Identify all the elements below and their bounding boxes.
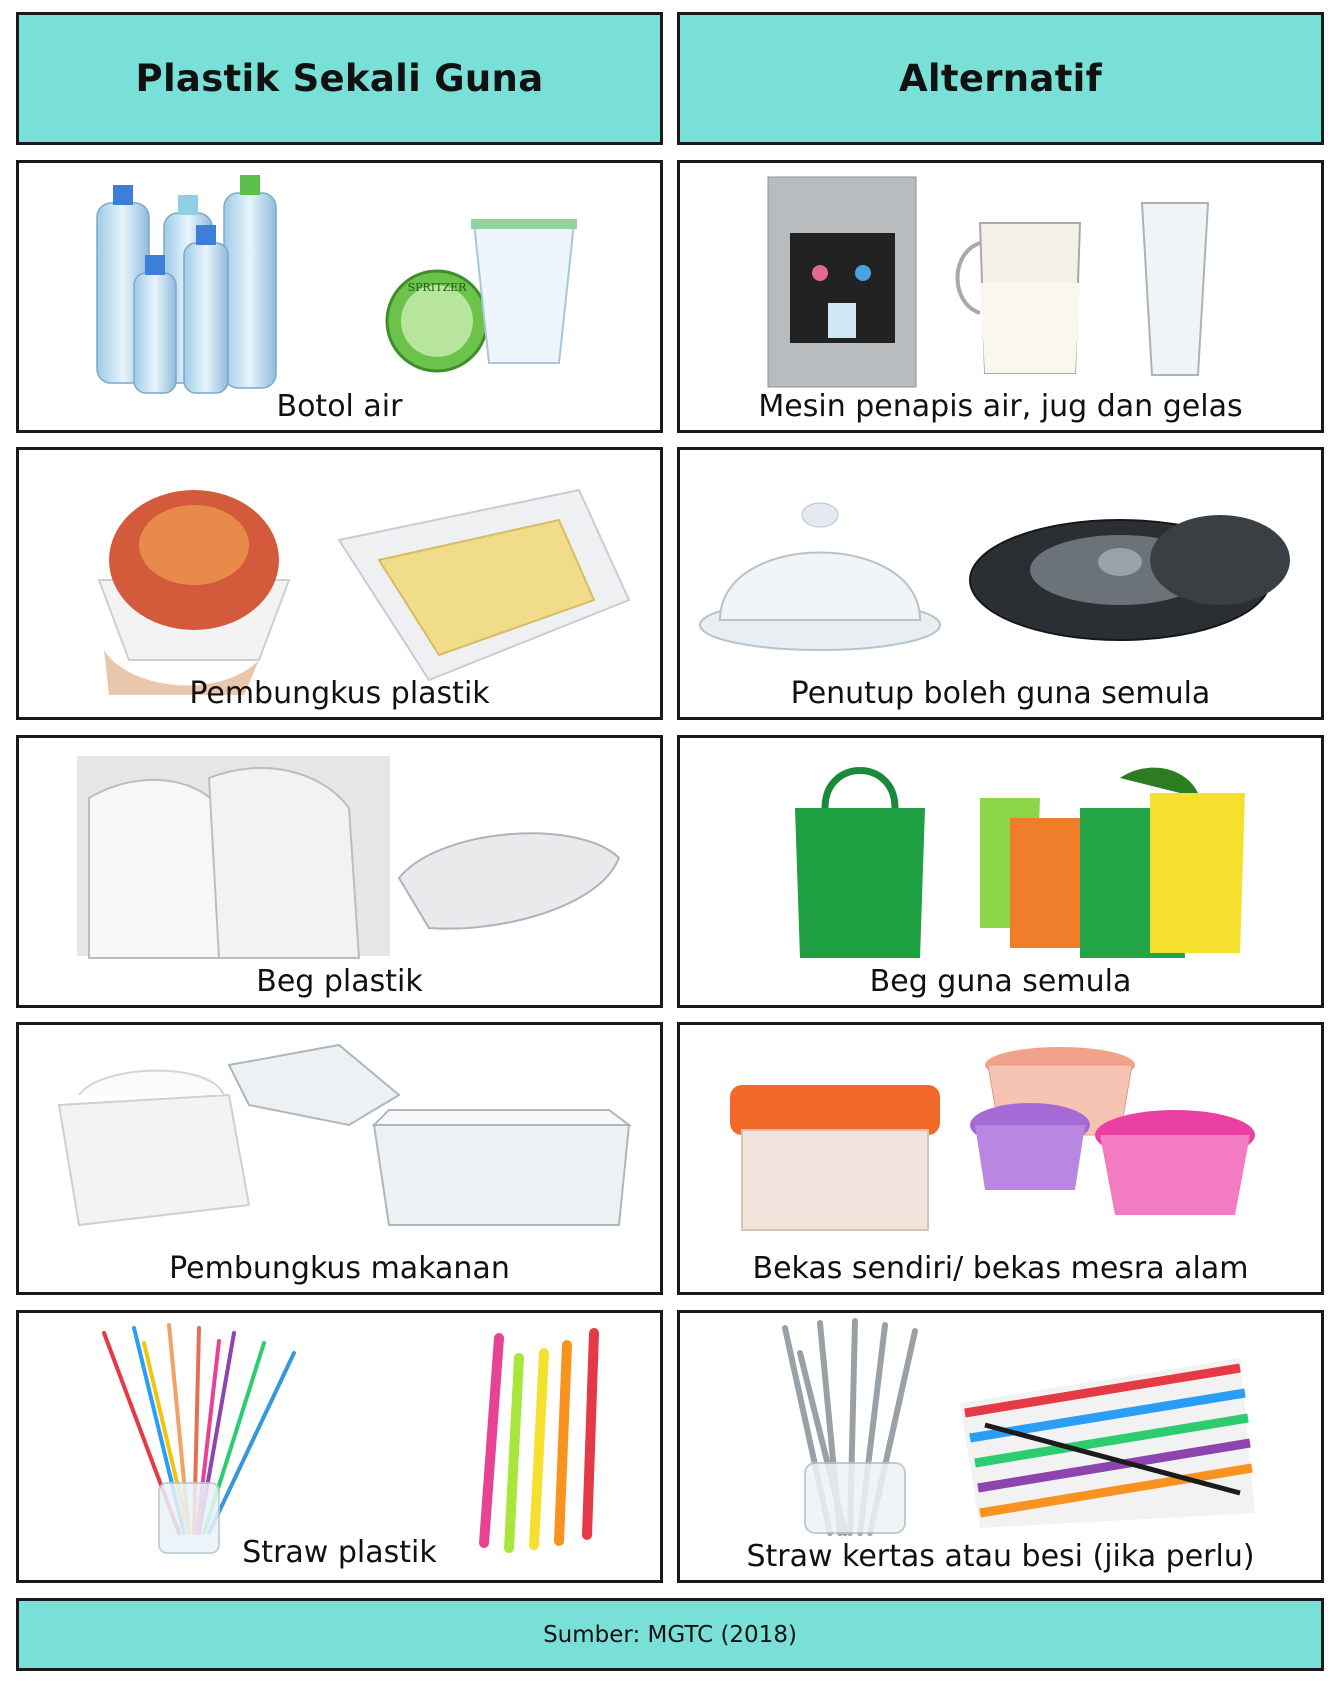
caption-reusable-cover: Penutup boleh guna semula [790,676,1211,711]
caption-plastic-straw: Straw plastik [242,1535,437,1570]
caption-reusable-bag: Beg guna semula [869,964,1132,999]
card-water-bottle: SPRITZER Botol air [16,160,663,433]
header-single-use: Plastik Sekali Guna [16,12,663,145]
caption-plastic-bag: Beg plastik [256,964,423,999]
header-single-use-label: Plastik Sekali Guna [135,57,544,100]
card-plastic-straw: Straw plastik [16,1310,663,1583]
caption-plastic-wrap: Pembungkus plastik [189,676,490,711]
caption-own-container: Bekas sendiri/ bekas mesra alam [752,1251,1249,1286]
caption-water-dispenser: Mesin penapis air, jug dan gelas [758,389,1243,424]
card-food-packaging: Pembungkus makanan [16,1022,663,1295]
card-reusable-cover: Penutup boleh guna semula [677,447,1324,720]
source-bar: Sumber: MGTC (2018) [16,1598,1324,1671]
card-plastic-bag: Beg plastik [16,735,663,1008]
card-plastic-wrap: Pembungkus plastik [16,447,663,720]
card-reusable-bag: Beg guna semula [677,735,1324,1008]
caption-paper-metal-straw: Straw kertas atau besi (jika perlu) [746,1539,1255,1574]
header-alternative-label: Alternatif [898,57,1103,100]
caption-food-packaging: Pembungkus makanan [169,1251,510,1286]
caption-water-bottle: Botol air [276,389,403,424]
brand-label: SPRITZER [408,281,468,294]
card-water-dispenser: Mesin penapis air, jug dan gelas [677,160,1324,433]
source-label: Sumber: MGTC (2018) [543,1621,797,1648]
header-alternative: Alternatif [677,12,1324,145]
card-own-container: Bekas sendiri/ bekas mesra alam [677,1022,1324,1295]
card-paper-metal-straw: Straw kertas atau besi (jika perlu) [677,1310,1324,1583]
